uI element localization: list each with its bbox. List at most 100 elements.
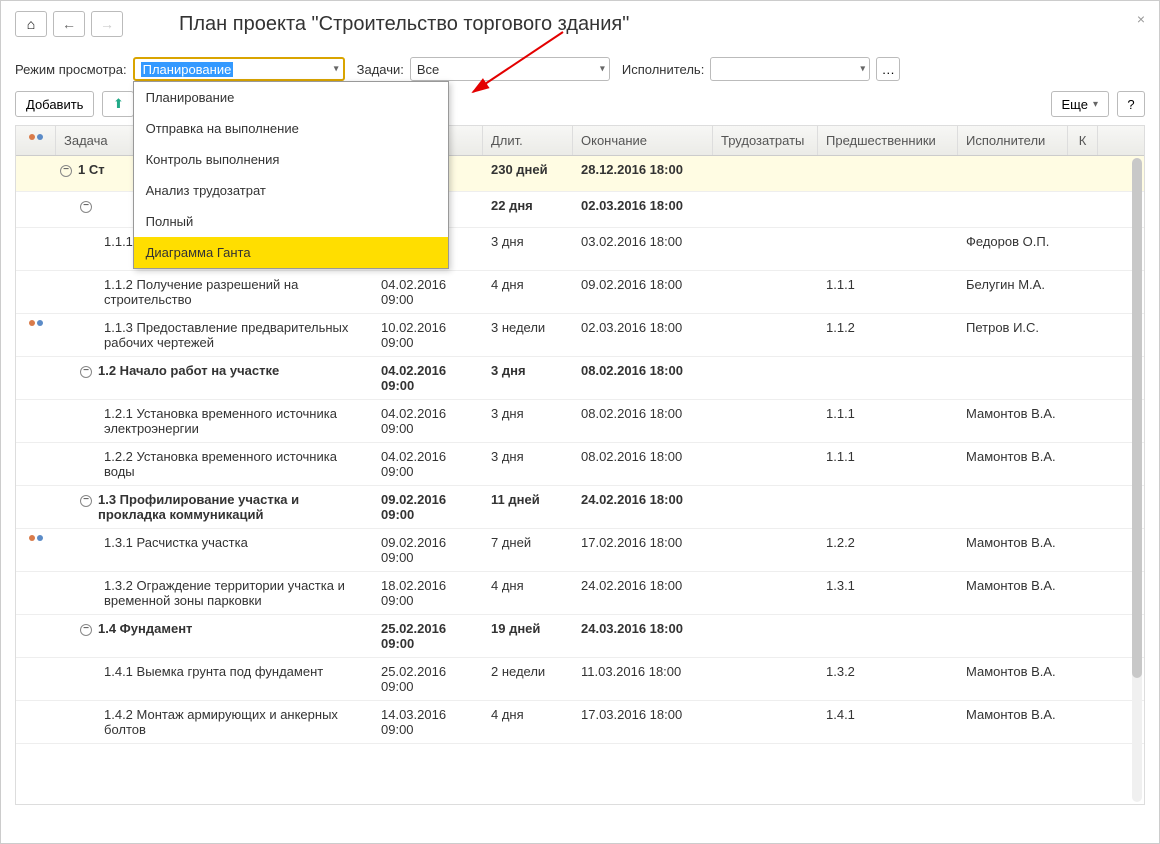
dropdown-item[interactable]: Диаграмма Ганта: [134, 237, 448, 268]
more-button[interactable]: Еще▾: [1051, 91, 1109, 117]
labor-cell: [713, 443, 818, 485]
expander-icon[interactable]: −: [60, 165, 72, 177]
table-row[interactable]: 1.1.2 Получение разрешений на строительс…: [16, 271, 1144, 314]
row-icon-cell: [16, 486, 56, 528]
row-icon-cell: [16, 615, 56, 657]
chevron-down-icon: ▾: [600, 64, 605, 75]
duration-cell: 11 дней: [483, 486, 573, 528]
duration-cell: 3 недели: [483, 314, 573, 356]
end-cell: 08.02.2016 18:00: [573, 443, 713, 485]
duration-cell: 7 дней: [483, 529, 573, 571]
tasks-select[interactable]: Все ▾: [410, 57, 610, 81]
k-cell: [1068, 443, 1098, 485]
task-cell: 1.4.2 Монтаж армирующих и анкерных болто…: [56, 701, 373, 743]
col-duration[interactable]: Длит.: [483, 126, 573, 155]
home-icon: ⌂: [27, 16, 35, 32]
end-cell: 17.02.2016 18:00: [573, 529, 713, 571]
labor-cell: [713, 357, 818, 399]
table-row[interactable]: −1.2 Начало работ на участке04.02.2016 0…: [16, 357, 1144, 400]
duration-cell: 4 дня: [483, 572, 573, 614]
table-row[interactable]: 1.3.1 Расчистка участка09.02.2016 09:007…: [16, 529, 1144, 572]
predecessor-cell: [818, 486, 958, 528]
table-row[interactable]: −1.4 Фундамент25.02.2016 09:0019 дней24.…: [16, 615, 1144, 658]
table-row[interactable]: 1.2.1 Установка временного источника эле…: [16, 400, 1144, 443]
arrow-right-icon: →: [100, 16, 114, 32]
col-k[interactable]: К: [1068, 126, 1098, 155]
arrow-up-icon: ⬆: [113, 96, 124, 112]
expander-icon[interactable]: −: [80, 624, 92, 636]
start-cell: 25.02.2016 09:00: [373, 615, 483, 657]
duration-cell: 3 дня: [483, 357, 573, 399]
k-cell: [1068, 400, 1098, 442]
add-button[interactable]: Добавить: [15, 91, 94, 117]
close-icon[interactable]: ×: [1137, 11, 1145, 27]
executor-select[interactable]: ▾: [710, 57, 870, 81]
labor-cell: [713, 271, 818, 313]
k-cell: [1068, 156, 1098, 191]
table-row[interactable]: 1.2.2 Установка временного источника вод…: [16, 443, 1144, 486]
end-cell: 03.02.2016 18:00: [573, 228, 713, 270]
executor-cell: Петров И.С.: [958, 314, 1068, 356]
predecessor-cell: 1.1.2: [818, 314, 958, 356]
col-labor[interactable]: Трудозатраты: [713, 126, 818, 155]
home-button[interactable]: ⌂: [15, 11, 47, 37]
table-row[interactable]: 1.4.1 Выемка грунта под фундамент25.02.2…: [16, 658, 1144, 701]
executor-cell: [958, 156, 1068, 191]
expander-icon[interactable]: −: [80, 495, 92, 507]
table-row[interactable]: 1.4.2 Монтаж армирующих и анкерных болто…: [16, 701, 1144, 744]
mode-dropdown: ПланированиеОтправка на выполнениеКонтро…: [133, 81, 449, 269]
people-icon: [28, 320, 44, 334]
table-row[interactable]: −1.3 Профилирование участка и прокладка …: [16, 486, 1144, 529]
end-cell: 09.02.2016 18:00: [573, 271, 713, 313]
k-cell: [1068, 658, 1098, 700]
predecessor-cell: 1.1.1: [818, 271, 958, 313]
row-icon-cell: [16, 701, 56, 743]
dropdown-item[interactable]: Планирование: [134, 82, 448, 113]
start-cell: 04.02.2016 09:00: [373, 357, 483, 399]
start-cell: 25.02.2016 09:00: [373, 658, 483, 700]
dropdown-item[interactable]: Полный: [134, 206, 448, 237]
labor-cell: [713, 658, 818, 700]
mode-select[interactable]: Планирование ▾: [133, 57, 345, 81]
labor-cell: [713, 615, 818, 657]
col-executors[interactable]: Исполнители: [958, 126, 1068, 155]
executor-cell: Белугин М.А.: [958, 271, 1068, 313]
dropdown-item[interactable]: Контроль выполнения: [134, 144, 448, 175]
col-predecessors[interactable]: Предшественники: [818, 126, 958, 155]
row-icon-cell: [16, 443, 56, 485]
help-button[interactable]: ?: [1117, 91, 1145, 117]
move-up-button[interactable]: ⬆: [102, 91, 134, 117]
arrow-left-icon: ←: [62, 16, 76, 32]
labor-cell: [713, 486, 818, 528]
task-text: 1.2 Начало работ на участке: [98, 363, 279, 378]
expander-icon[interactable]: −: [80, 201, 92, 213]
k-cell: [1068, 357, 1098, 399]
dropdown-item[interactable]: Отправка на выполнение: [134, 113, 448, 144]
task-cell: −1.2 Начало работ на участке: [56, 357, 373, 399]
col-icon[interactable]: [16, 126, 56, 155]
table-row[interactable]: 1.1.3 Предоставление предварительных раб…: [16, 314, 1144, 357]
row-icon-cell: [16, 400, 56, 442]
executor-more-button[interactable]: …: [876, 57, 900, 81]
row-icon-cell: [16, 529, 56, 571]
forward-button[interactable]: →: [91, 11, 123, 37]
duration-cell: 4 дня: [483, 271, 573, 313]
task-cell: 1.4.1 Выемка грунта под фундамент: [56, 658, 373, 700]
scrollbar[interactable]: [1132, 158, 1142, 802]
topbar: ⌂ ← → План проекта "Строительство торгов…: [15, 11, 1145, 37]
row-icon-cell: [16, 314, 56, 356]
task-text: 1.1.2 Получение разрешений на строительс…: [104, 277, 364, 307]
dropdown-item[interactable]: Анализ трудозатрат: [134, 175, 448, 206]
labor-cell: [713, 701, 818, 743]
scrollthumb[interactable]: [1132, 158, 1142, 678]
col-end[interactable]: Окончание: [573, 126, 713, 155]
task-text: 1.2.2 Установка временного источника вод…: [104, 449, 364, 479]
expander-icon[interactable]: −: [80, 366, 92, 378]
back-button[interactable]: ←: [53, 11, 85, 37]
row-icon-cell: [16, 228, 56, 270]
start-cell: 04.02.2016 09:00: [373, 271, 483, 313]
duration-cell: 3 дня: [483, 400, 573, 442]
task-cell: 1.2.2 Установка временного источника вод…: [56, 443, 373, 485]
table-row[interactable]: 1.3.2 Ограждение территории участка и вр…: [16, 572, 1144, 615]
duration-cell: 3 дня: [483, 228, 573, 270]
